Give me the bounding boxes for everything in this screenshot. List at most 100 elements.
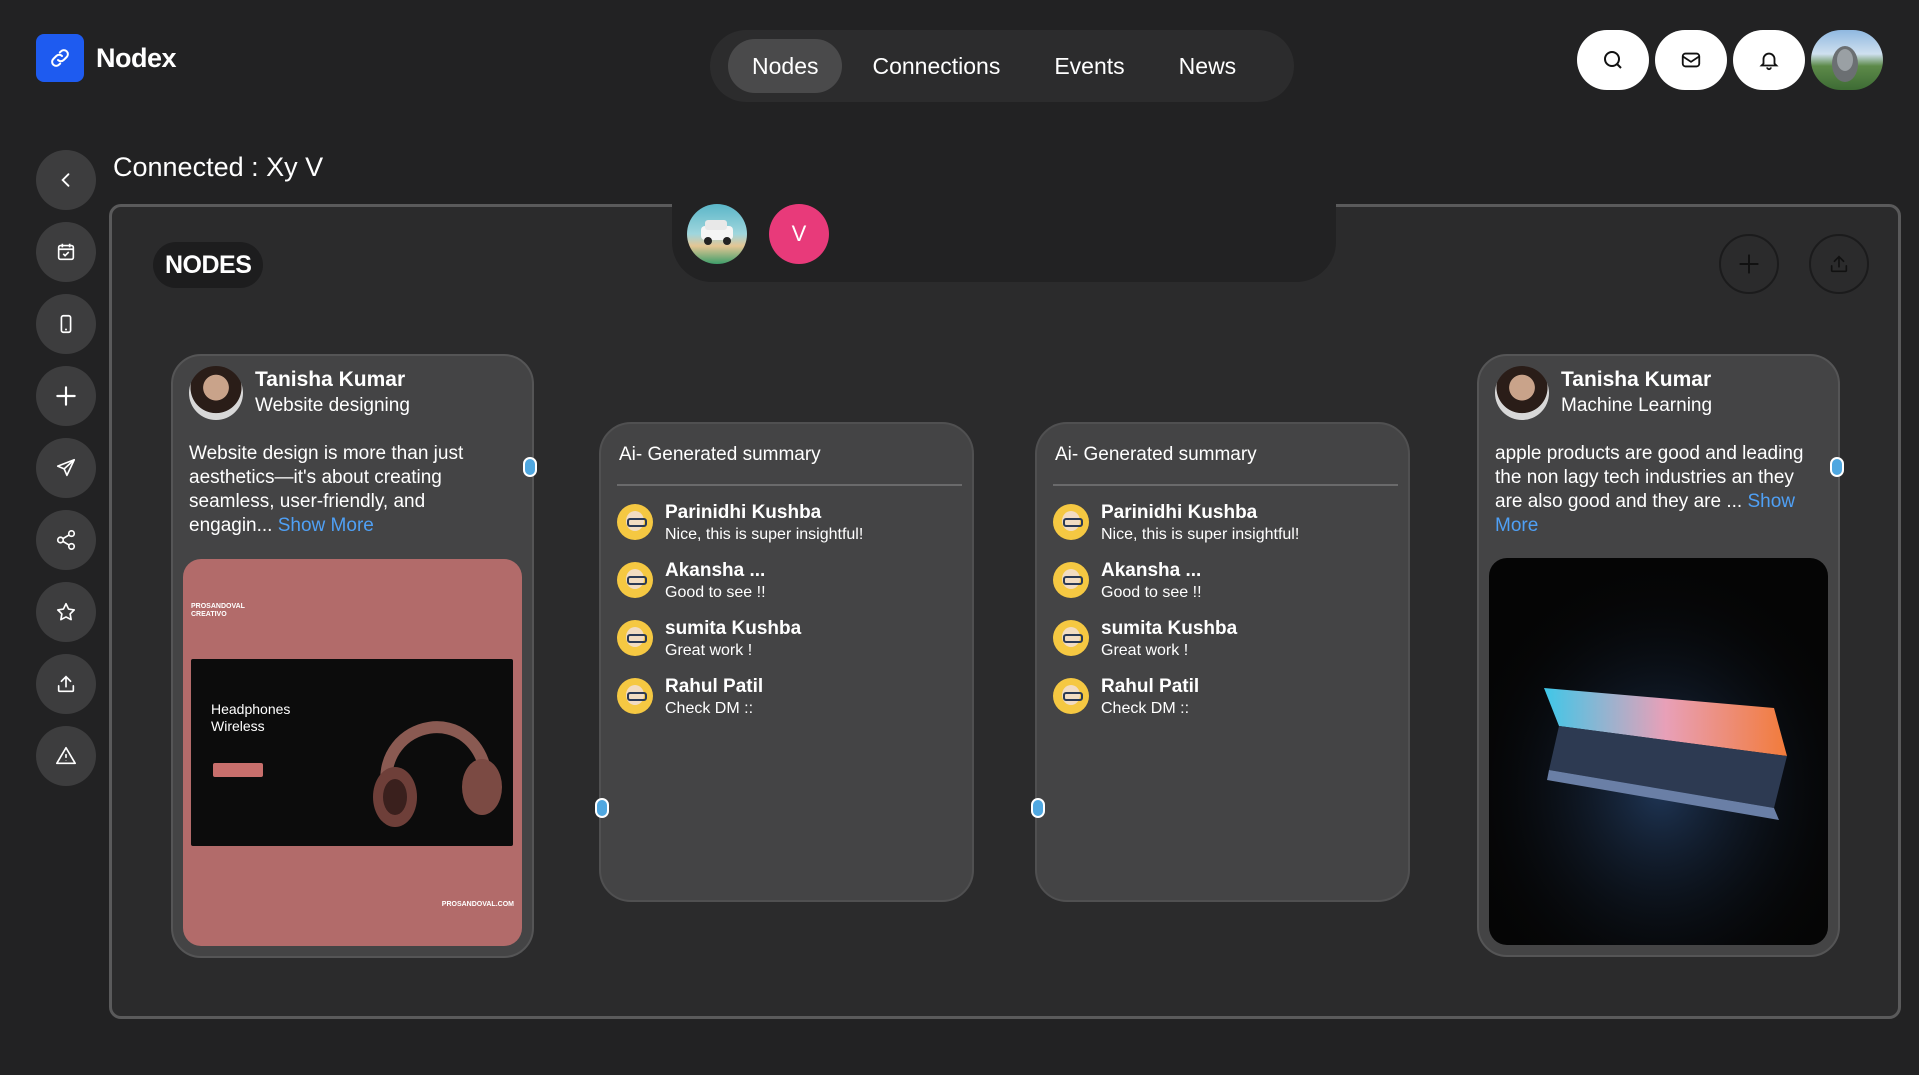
star-icon bbox=[56, 602, 76, 621]
tab-news[interactable]: News bbox=[1155, 39, 1261, 93]
post-card[interactable]: Tanisha Kumar Machine Learning apple pro… bbox=[1477, 354, 1844, 957]
summary-card[interactable]: Ai- Generated summary Parinidhi Kushba Ni… bbox=[595, 422, 974, 902]
comment-text: Nice, this is super insightful! bbox=[1101, 526, 1300, 543]
comment-text: Good to see !! bbox=[665, 584, 766, 601]
comment-item: Rahul Patil Check DM :: bbox=[1053, 676, 1299, 720]
commenter-avatar[interactable] bbox=[617, 678, 653, 714]
send-button[interactable] bbox=[36, 438, 96, 498]
post-text: apple products are good and leading the … bbox=[1495, 442, 1815, 538]
calendar-check-icon bbox=[57, 243, 75, 261]
comment-item: Akansha ... Good to see !! bbox=[617, 560, 863, 604]
tab-nodes[interactable]: Nodes bbox=[728, 39, 843, 93]
nodes-badge: NODES bbox=[153, 242, 264, 288]
plus-icon bbox=[56, 386, 76, 406]
commenter-name[interactable]: Akansha ... bbox=[665, 560, 766, 582]
sidebar bbox=[36, 150, 96, 786]
post-image[interactable] bbox=[1489, 558, 1828, 945]
connection-handle[interactable] bbox=[1830, 457, 1844, 477]
post-header: Tanisha Kumar Website designing bbox=[189, 366, 410, 420]
connection-handle[interactable] bbox=[1031, 798, 1045, 818]
member-avatar[interactable] bbox=[687, 204, 747, 264]
plus-icon bbox=[1739, 254, 1759, 274]
messages-button[interactable] bbox=[1655, 30, 1727, 90]
commenter-name[interactable]: Rahul Patil bbox=[1101, 676, 1199, 698]
app-logo[interactable]: Nodex bbox=[36, 34, 177, 82]
post-image[interactable]: PROSANDOVAL CREATIVO Headphones Wireless… bbox=[183, 559, 522, 946]
commenter-name[interactable]: Akansha ... bbox=[1101, 560, 1202, 582]
post-topic: Machine Learning bbox=[1561, 395, 1713, 416]
search-button[interactable] bbox=[1577, 30, 1649, 90]
tab-events[interactable]: Events bbox=[1030, 39, 1148, 93]
upload-icon bbox=[57, 675, 75, 693]
calendar-button[interactable] bbox=[36, 222, 96, 282]
commenter-name[interactable]: Rahul Patil bbox=[665, 676, 763, 698]
laptop-illustration bbox=[1489, 558, 1828, 945]
commenter-avatar[interactable] bbox=[617, 562, 653, 598]
back-button[interactable] bbox=[36, 150, 96, 210]
comment-text: Great work ! bbox=[665, 642, 753, 659]
export-button[interactable] bbox=[1809, 234, 1869, 294]
commenter-avatar[interactable] bbox=[1053, 562, 1089, 598]
member-avatar-initial[interactable]: V bbox=[769, 204, 829, 264]
divider bbox=[1053, 484, 1398, 486]
link-icon bbox=[36, 34, 84, 82]
upload-icon bbox=[1830, 255, 1848, 273]
header-actions bbox=[1577, 30, 1883, 90]
author-name[interactable]: Tanisha Kumar bbox=[1561, 367, 1712, 393]
search-icon bbox=[1604, 51, 1622, 69]
comment-item: Parinidhi Kushba Nice, this is super insi… bbox=[1053, 502, 1299, 546]
share-button[interactable] bbox=[36, 510, 96, 570]
post-header: Tanisha Kumar Machine Learning bbox=[1495, 366, 1712, 420]
commenter-name[interactable]: Parinidhi Kushba bbox=[665, 502, 863, 524]
commenter-avatar[interactable] bbox=[1053, 504, 1089, 540]
add-node-button[interactable] bbox=[1719, 234, 1779, 294]
favorite-button[interactable] bbox=[36, 582, 96, 642]
image-brand: PROSANDOVAL CREATIVO bbox=[191, 603, 245, 618]
bell-icon bbox=[1759, 52, 1779, 71]
notifications-button[interactable] bbox=[1733, 30, 1805, 90]
comment-list: Parinidhi Kushba Nice, this is super insi… bbox=[617, 502, 863, 720]
warning-icon bbox=[56, 746, 76, 765]
commenter-name[interactable]: sumita Kushba bbox=[665, 618, 801, 640]
commenter-name[interactable]: sumita Kushba bbox=[1101, 618, 1237, 640]
commenter-avatar[interactable] bbox=[617, 504, 653, 540]
device-button[interactable] bbox=[36, 294, 96, 354]
phone-icon bbox=[60, 314, 72, 334]
comment-item: sumita Kushba Great work ! bbox=[617, 618, 863, 662]
headphones-illustration bbox=[373, 721, 502, 827]
connection-handle[interactable] bbox=[523, 457, 537, 477]
chevron-left-icon bbox=[61, 173, 70, 187]
mail-icon bbox=[1681, 52, 1701, 68]
connection-handle[interactable] bbox=[595, 798, 609, 818]
divider bbox=[617, 484, 962, 486]
comment-item: Parinidhi Kushba Nice, this is super insi… bbox=[617, 502, 863, 546]
post-topic: Website designing bbox=[255, 395, 410, 416]
summary-card[interactable]: Ai- Generated summary Parinidhi Kushba Ni… bbox=[1031, 422, 1410, 902]
author-avatar[interactable] bbox=[189, 366, 243, 420]
comment-text: Nice, this is super insightful! bbox=[665, 526, 864, 543]
page-title: Connected : Xy V bbox=[113, 152, 324, 182]
comment-text: Check DM :: bbox=[665, 700, 754, 717]
post-card[interactable]: Tanisha Kumar Website designing Website … bbox=[171, 354, 537, 958]
commenter-avatar[interactable] bbox=[1053, 620, 1089, 656]
mock-website: Headphones Wireless bbox=[191, 659, 513, 846]
image-headline: Headphones Wireless bbox=[211, 701, 291, 734]
author-name[interactable]: Tanisha Kumar bbox=[255, 367, 410, 393]
add-button[interactable] bbox=[36, 366, 96, 426]
author-avatar[interactable] bbox=[1495, 366, 1549, 420]
commenter-avatar[interactable] bbox=[617, 620, 653, 656]
summary-title: Ai- Generated summary bbox=[619, 444, 821, 465]
share-icon bbox=[56, 530, 76, 550]
tab-connections[interactable]: Connections bbox=[848, 39, 1024, 93]
post-text: Website design is more than just aesthet… bbox=[189, 442, 509, 538]
comment-text: Great work ! bbox=[1101, 642, 1189, 659]
upload-button[interactable] bbox=[36, 654, 96, 714]
commenter-avatar[interactable] bbox=[1053, 678, 1089, 714]
show-more-link[interactable]: Show More bbox=[278, 515, 374, 536]
top-navigation: Nodes Connections Events News bbox=[710, 30, 1294, 102]
commenter-name[interactable]: Parinidhi Kushba bbox=[1101, 502, 1299, 524]
report-button[interactable] bbox=[36, 726, 96, 786]
comment-item: Rahul PatilCheck DM :: bbox=[617, 676, 863, 720]
profile-avatar[interactable] bbox=[1811, 30, 1883, 90]
comment-item: Akansha ... Good to see !! bbox=[1053, 560, 1299, 604]
